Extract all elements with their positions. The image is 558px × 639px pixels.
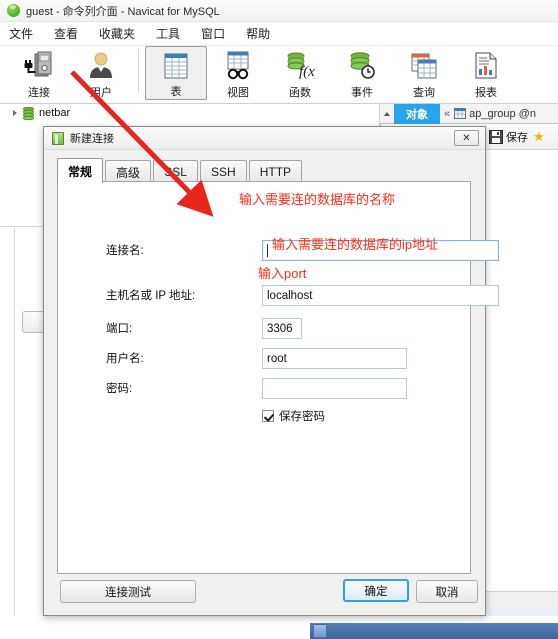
port-label: 端口:: [106, 323, 133, 335]
taskbar-item[interactable]: [313, 624, 327, 638]
query-icon: [409, 49, 439, 83]
tab-objects[interactable]: 对象: [394, 103, 440, 124]
tree-item-label: netbar: [39, 107, 71, 119]
toolbar-table-button[interactable]: 表: [145, 46, 207, 100]
toolbar-report-button[interactable]: 报表: [455, 46, 517, 100]
username-value: root: [267, 352, 287, 365]
toolbar-query-label: 查询: [413, 87, 435, 99]
chevron-left-icon[interactable]: «: [440, 108, 454, 120]
window-titlebar: guest - 命令列介面 - Navicat for MySQL: [0, 0, 558, 22]
toolbar-function-label: 函数: [289, 87, 311, 99]
tree-guide-line: [14, 228, 15, 639]
port-input[interactable]: 3306: [262, 318, 302, 339]
toolbar-table-label: 表: [170, 86, 182, 98]
svg-text:f(x): f(x): [299, 64, 315, 80]
ok-button[interactable]: 确定: [343, 579, 409, 602]
toolbar-event-button[interactable]: 事件: [331, 46, 393, 100]
dialog-tabstrip: 常规 高级 SSL SSH HTTP: [57, 158, 304, 183]
menu-tools[interactable]: 工具: [156, 23, 191, 44]
scroll-up-button[interactable]: [380, 105, 394, 123]
tab-general[interactable]: 常规: [57, 158, 104, 183]
table-icon: [162, 50, 190, 82]
tab-document-ap-group[interactable]: ap_group @n: [454, 108, 536, 120]
toolbar-view-button[interactable]: 视图: [207, 46, 269, 100]
save-icon[interactable]: [489, 129, 503, 144]
toolbar-user-button[interactable]: 用户: [70, 46, 132, 100]
toolbar-query-button[interactable]: 查询: [393, 46, 455, 100]
annotation-port: 输入port: [258, 266, 307, 281]
field-row-port: 端口:: [106, 320, 132, 336]
host-input[interactable]: localhost: [262, 285, 499, 306]
menubar: 文件 查看 收藏夹 工具 窗口 帮助: [0, 22, 558, 46]
tab-document-label: ap_group @n: [469, 107, 536, 120]
new-connection-icon: [52, 131, 64, 145]
editor-save-label[interactable]: 保存: [506, 129, 528, 145]
toolbar-function-button[interactable]: f(x) 函数: [269, 46, 331, 100]
app-root: guest - 命令列介面 - Navicat for MySQL 文件 查看 …: [0, 0, 558, 639]
text-caret: [267, 244, 268, 257]
caret-up-icon: [384, 111, 390, 116]
tab-advanced[interactable]: 高级: [105, 160, 152, 183]
navicat-green-icon: [7, 4, 20, 17]
object-tabbar: 对象 « ap_group @n: [380, 103, 558, 124]
window-title: guest - 命令列介面 - Navicat for MySQL: [26, 5, 220, 18]
toolbar-connection-label: 连接: [28, 87, 50, 99]
taskbar-strip: [310, 623, 558, 639]
test-connection-button[interactable]: 连接测试: [60, 580, 196, 603]
cancel-button[interactable]: 取消: [416, 580, 478, 603]
tab-ssh[interactable]: SSH: [200, 160, 247, 183]
tree-item-netbar[interactable]: netbar: [0, 104, 379, 122]
save-password-label: 保存密码: [279, 411, 325, 423]
annotation-host: 输入需要连的数据库的ip地址: [272, 237, 439, 252]
function-icon: f(x): [285, 49, 315, 83]
taskbar: [0, 616, 558, 639]
password-label: 密码:: [106, 383, 133, 395]
user-icon: [85, 49, 117, 83]
menu-window[interactable]: 窗口: [201, 23, 236, 44]
toolbar-view-label: 视图: [227, 87, 249, 99]
dialog-title: 新建连接: [70, 133, 114, 145]
port-value: 3306: [267, 322, 293, 335]
menu-help[interactable]: 帮助: [246, 23, 281, 44]
dialog-buttonbar: 连接测试 确定 取消: [44, 571, 485, 615]
view-icon: [223, 49, 253, 83]
report-icon: [472, 49, 500, 83]
annotation-connection-name: 输入需要连的数据库的名称: [239, 192, 396, 207]
save-password-checkbox-row[interactable]: 保存密码: [262, 408, 325, 424]
database-icon: [23, 106, 34, 120]
connection-name-label: 连接名:: [106, 245, 144, 257]
event-icon: [347, 49, 377, 83]
menu-favorites[interactable]: 收藏夹: [99, 23, 146, 44]
username-input[interactable]: root: [262, 348, 407, 369]
field-row-host: 主机名或 IP 地址:: [106, 287, 195, 303]
close-icon[interactable]: ✕: [454, 130, 479, 146]
tab-ssl[interactable]: SSL: [153, 160, 199, 183]
toolbar-report-label: 报表: [475, 87, 497, 99]
toolbar-event-label: 事件: [351, 87, 373, 99]
host-value: localhost: [267, 289, 313, 302]
menu-file[interactable]: 文件: [9, 23, 44, 44]
menu-view[interactable]: 查看: [54, 23, 89, 44]
connection-icon: [23, 49, 55, 83]
toolbar-connection-button[interactable]: 连接: [8, 46, 70, 100]
password-input[interactable]: [262, 378, 407, 399]
save-password-checkbox[interactable]: [262, 410, 274, 422]
username-label: 用户名:: [106, 353, 144, 365]
toolbar-separator: [138, 49, 139, 93]
expand-arrow-icon[interactable]: [13, 110, 17, 116]
field-row-username: 用户名:: [106, 350, 144, 366]
dialog-titlebar: 新建连接 ✕: [44, 127, 485, 150]
field-row-password: 密码:: [106, 380, 132, 396]
field-row-connection-name: 连接名:: [106, 242, 144, 258]
dialog-body: 常规 高级 SSL SSH HTTP 连接名: 主机名或 IP 地址: loca…: [44, 150, 499, 615]
main-toolbar: 连接 用户 表 视图 f(x 函数 事件 查询 报表: [0, 46, 558, 104]
host-label: 主机名或 IP 地址:: [106, 290, 196, 302]
tab-http[interactable]: HTTP: [248, 160, 303, 183]
star-icon[interactable]: ★: [533, 129, 545, 145]
grid-icon: [454, 108, 467, 119]
toolbar-user-label: 用户: [90, 87, 112, 99]
